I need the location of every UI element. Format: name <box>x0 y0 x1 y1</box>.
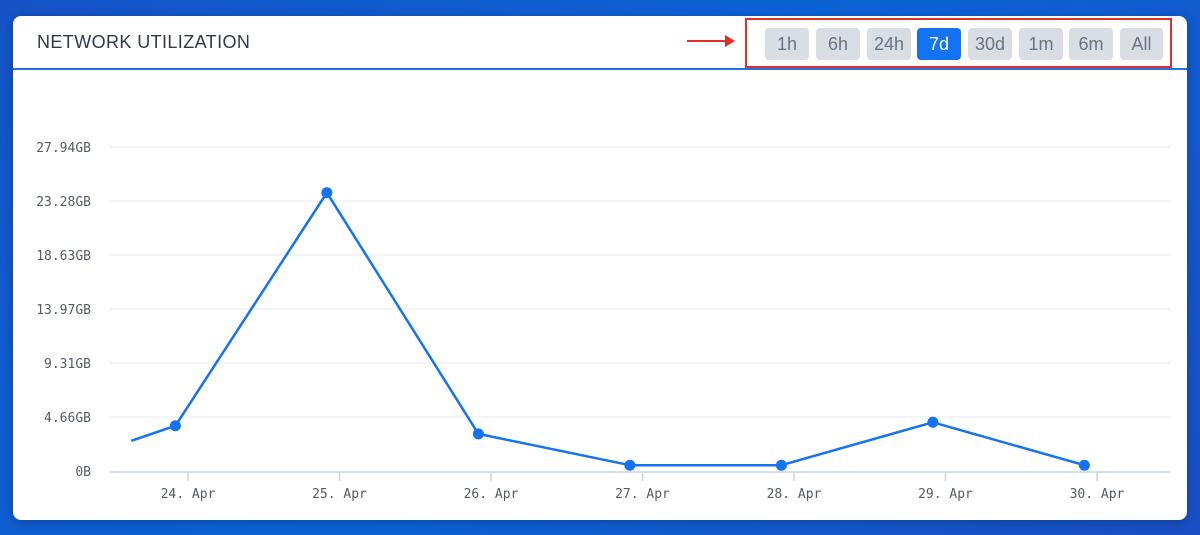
data-point <box>472 428 484 440</box>
data-point <box>1078 459 1090 471</box>
y-tick-label: 23.28GB <box>36 195 91 210</box>
data-point <box>775 459 787 471</box>
x-tick-label: 24. Apr <box>161 487 216 502</box>
y-tick-label: 4.66GB <box>44 411 91 426</box>
network-utilization-chart: 0B 4.66GB 9.31GB 13.97GB 18.63GB 23.28GB 27.94… <box>36 141 1170 502</box>
x-tick-label: 30. Apr <box>1070 487 1125 502</box>
x-tick-label: 27. Apr <box>615 487 670 502</box>
network-utilization-card: NETWORK UTILIZATION 1h 6h 24h 7d 30d 1m 6m All … <box>13 16 1187 520</box>
x-tick-label: 28. Apr <box>767 487 822 502</box>
y-tick-label: 0B <box>75 465 91 480</box>
data-point <box>624 459 636 471</box>
data-point <box>169 420 181 432</box>
x-tick-label: 29. Apr <box>918 487 973 502</box>
y-tick-label: 13.97GB <box>36 303 91 318</box>
y-tick-label: 18.63GB <box>36 249 91 264</box>
x-tick-label: 26. Apr <box>464 487 519 502</box>
y-tick-label: 9.31GB <box>44 357 91 372</box>
y-tick-label: 27.94GB <box>36 141 91 156</box>
series-line <box>130 191 1085 467</box>
data-point <box>321 187 333 199</box>
data-point <box>927 416 939 428</box>
x-tick-label: 25. Apr <box>312 487 367 502</box>
